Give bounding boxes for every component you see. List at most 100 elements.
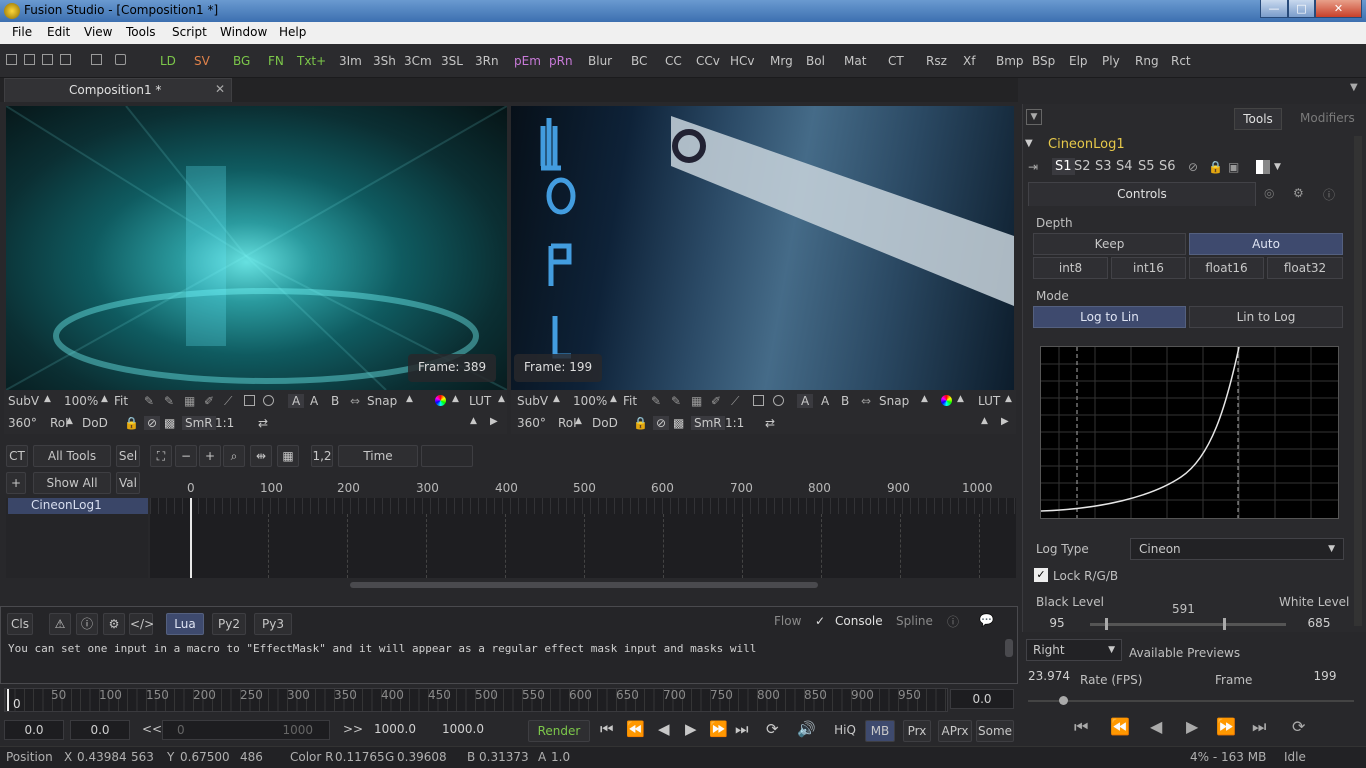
color-channel-icon[interactable] xyxy=(941,395,952,406)
chevron-icon[interactable]: ▲ xyxy=(575,416,582,426)
roi-button[interactable]: RoI xyxy=(558,416,577,430)
slot-s3[interactable]: S3 xyxy=(1095,159,1112,174)
ct-button[interactable]: CT xyxy=(6,445,28,467)
bspline-icon[interactable]: B xyxy=(841,394,849,408)
preview-play-reverse-icon[interactable]: ◀ xyxy=(1150,717,1162,736)
slot-s5[interactable]: S5 xyxy=(1138,159,1155,174)
chevron-icon[interactable]: ▲ xyxy=(101,394,108,404)
timeline-node-cineonlog1[interactable]: CineonLog1 xyxy=(8,498,148,514)
current-time-field[interactable]: 0.0 xyxy=(950,689,1014,709)
range-left-icon[interactable]: << xyxy=(142,722,162,736)
chevron-icon[interactable]: ▲ xyxy=(470,416,477,426)
swap-icon[interactable]: ⇄ xyxy=(258,416,268,430)
rectangle-icon[interactable] xyxy=(244,395,255,406)
viewer-left[interactable]: Frame: 389 xyxy=(6,106,507,390)
tool-rng-button[interactable]: Rng xyxy=(1135,54,1159,68)
bspline-icon[interactable]: B xyxy=(331,394,339,408)
spline-tab[interactable]: Spline xyxy=(896,614,933,628)
smr-button[interactable]: SmR xyxy=(182,416,216,430)
ratio-button[interactable]: 1:1 xyxy=(215,416,234,430)
tool-bmp-button[interactable]: Bmp xyxy=(996,54,1024,68)
pin-icon[interactable]: ⇥ xyxy=(1028,160,1038,174)
chevron-icon[interactable]: ▲ xyxy=(957,394,964,404)
tool-blur-button[interactable]: Blur xyxy=(588,54,612,68)
layout-icon[interactable] xyxy=(24,54,35,65)
play-small-icon[interactable]: ▶ xyxy=(1001,416,1009,427)
tool-mat-button[interactable]: Mat xyxy=(844,54,866,68)
text-a-icon[interactable]: A xyxy=(288,394,305,408)
fps-field[interactable]: 23.974 xyxy=(1026,667,1072,687)
print-icon[interactable] xyxy=(115,54,126,65)
tool-3sl-button[interactable]: 3SL xyxy=(441,54,463,68)
pen-icon[interactable]: ✎ xyxy=(164,394,174,408)
layout-icon[interactable] xyxy=(42,54,53,65)
black-level-field[interactable]: 95 xyxy=(1033,614,1081,634)
chevron-icon[interactable]: ▲ xyxy=(406,394,413,404)
py2-tab[interactable]: Py2 xyxy=(212,613,246,635)
tool-ld-button[interactable]: LD xyxy=(160,54,176,68)
mode-lin-to-log-button[interactable]: Lin to Log xyxy=(1189,306,1343,328)
chevron-icon[interactable]: ▲ xyxy=(44,394,51,404)
stereo-360-button[interactable]: 360° xyxy=(517,416,546,430)
info-icon[interactable]: ⓘ xyxy=(1323,186,1335,203)
depth-keep-button[interactable]: Keep xyxy=(1033,233,1186,255)
tool-xf-button[interactable]: Xf xyxy=(963,54,975,68)
chevron-icon[interactable]: ▲ xyxy=(553,394,560,404)
ellipse-icon[interactable] xyxy=(773,395,784,406)
tool-3sh-button[interactable]: 3Sh xyxy=(373,54,396,68)
checker-icon[interactable]: ▩ xyxy=(673,416,684,430)
fit-button[interactable]: Fit xyxy=(114,394,128,408)
gear-icon[interactable]: ⚙ xyxy=(103,613,125,635)
lock-rgb-checkbox[interactable]: ✓ xyxy=(1034,568,1048,582)
tab-composition1[interactable]: Composition1 * ✕ xyxy=(4,78,232,102)
tool-3rn-button[interactable]: 3Rn xyxy=(475,54,499,68)
save-icon[interactable]: ▣ xyxy=(1228,160,1239,174)
tool-mrg-button[interactable]: Mrg xyxy=(770,54,793,68)
snap-button[interactable]: Snap xyxy=(367,394,397,408)
checker-icon[interactable]: ▩ xyxy=(164,416,175,430)
viewer-right[interactable]: Frame: 199 xyxy=(511,106,1014,390)
tool-name[interactable]: CineonLog1 xyxy=(1048,137,1125,152)
loop-icon[interactable]: ⟳ xyxy=(766,720,779,738)
sel-button[interactable]: Sel xyxy=(116,445,140,467)
menu-script[interactable]: Script xyxy=(172,25,207,39)
preview-step-forward-icon[interactable]: ⏩ xyxy=(1216,717,1236,736)
step-back-icon[interactable]: ⏪ xyxy=(626,720,645,738)
text-a-icon[interactable]: A xyxy=(797,394,814,408)
depth-int8-button[interactable]: int8 xyxy=(1033,257,1108,279)
chevron-icon[interactable]: ▲ xyxy=(921,394,928,404)
color-channel-icon[interactable] xyxy=(435,395,446,406)
time-value-field[interactable] xyxy=(421,445,473,467)
lut-button[interactable]: LUT xyxy=(978,394,1000,408)
tool-ct-button[interactable]: CT xyxy=(888,54,904,68)
flow-tab[interactable]: Flow xyxy=(774,614,801,628)
val-button[interactable]: Val xyxy=(116,472,140,494)
spreadsheet-icon[interactable]: ▦ xyxy=(277,445,299,467)
layout-icon[interactable] xyxy=(6,54,17,65)
controls-tab[interactable]: Controls xyxy=(1028,182,1256,206)
tool-prn-button[interactable]: pRn xyxy=(549,54,573,68)
tools-tab[interactable]: Tools xyxy=(1234,108,1282,130)
preview-side-dropdown[interactable]: Right ▼ xyxy=(1026,639,1122,661)
tool-pem-button[interactable]: pEm xyxy=(514,54,541,68)
chevron-icon[interactable]: ▲ xyxy=(452,394,459,404)
tool-bg-button[interactable]: BG xyxy=(233,54,250,68)
minimize-button[interactable]: — xyxy=(1260,0,1288,18)
chevron-icon[interactable]: ▲ xyxy=(610,394,617,404)
timeline-playhead[interactable] xyxy=(190,498,192,578)
timeline-scrollbar[interactable] xyxy=(350,582,818,588)
play-icon[interactable]: ▶ xyxy=(685,720,697,738)
some-button[interactable]: Some xyxy=(976,720,1014,742)
dod-button[interactable]: DoD xyxy=(592,416,618,430)
menu-window[interactable]: Window xyxy=(220,25,267,39)
pen-icon[interactable]: ✎ xyxy=(671,394,681,408)
tool-txt-button[interactable]: Txt+ xyxy=(297,54,326,68)
lua-tab[interactable]: Lua xyxy=(166,613,204,635)
info-icon[interactable]: ⓘ xyxy=(947,613,959,630)
chevron-icon[interactable]: ▲ xyxy=(1005,394,1012,404)
expand-icon[interactable]: ⇹ xyxy=(250,445,272,467)
hiq-button[interactable]: HiQ xyxy=(830,720,860,742)
tool-fn-button[interactable]: FN xyxy=(268,54,284,68)
code-icon[interactable]: </> xyxy=(129,613,154,635)
stereo-360-button[interactable]: 360° xyxy=(8,416,37,430)
